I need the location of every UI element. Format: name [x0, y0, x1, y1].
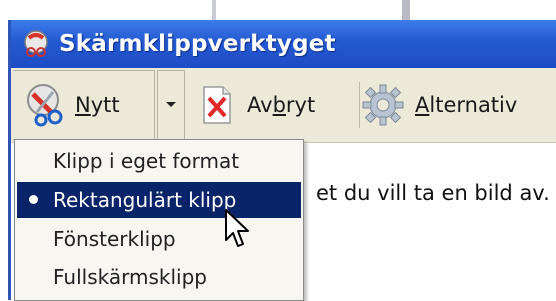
title-bar[interactable]: Skärmklippverktyget — [11, 20, 556, 68]
menu-item-label: Fönsterklipp — [53, 227, 176, 251]
cancel-label: Avbryt — [247, 93, 316, 117]
menu-item-free-form-snip[interactable]: Klipp i eget format — [17, 143, 301, 179]
instruction-text: et du vill ta en bild av. — [316, 181, 550, 205]
window-title: Skärmklippverktyget — [59, 31, 336, 57]
options-label: Alternativ — [415, 93, 518, 117]
mouse-pointer-icon — [225, 209, 249, 247]
toolbar: Nytt Avbryt Alternativ — [11, 68, 556, 143]
close-document-icon — [203, 86, 231, 124]
new-snip-dropdown-button[interactable] — [157, 70, 185, 140]
cancel-button[interactable]: Avbryt — [193, 68, 363, 142]
chevron-down-icon — [166, 102, 176, 107]
gear-icon — [362, 84, 404, 126]
snipping-tool-app-icon — [24, 30, 48, 57]
selected-bullet-icon — [29, 195, 38, 204]
new-snip-label: Nytt — [75, 93, 120, 117]
menu-item-label: Klipp i eget format — [53, 149, 240, 173]
scissors-icon — [27, 84, 63, 127]
options-button[interactable]: Alternativ — [355, 68, 556, 142]
new-snip-dropdown-menu: Klipp i eget format Rektangulärt klipp F… — [14, 139, 304, 301]
menu-item-window-snip[interactable]: Fönsterklipp — [17, 221, 301, 257]
menu-item-full-screen-snip[interactable]: Fullskärmsklipp — [17, 259, 301, 295]
menu-item-label: Fullskärmsklipp — [53, 265, 207, 289]
new-snip-button[interactable]: Nytt — [13, 70, 155, 140]
menu-item-rectangular-snip[interactable]: Rektangulärt klipp — [17, 182, 301, 218]
menu-item-label: Rektangulärt klipp — [53, 188, 237, 212]
